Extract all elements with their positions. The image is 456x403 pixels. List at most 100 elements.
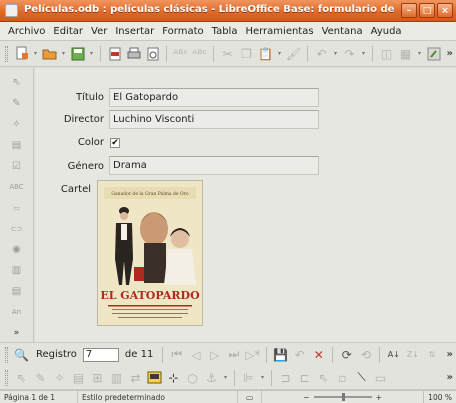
select-icon[interactable]: ⇖ [6, 74, 28, 92]
last-record-icon[interactable]: ⏭ [225, 346, 242, 363]
next-record-icon[interactable]: ▷ [206, 346, 223, 363]
new-doc-icon[interactable] [13, 45, 30, 62]
chevron-down-icon[interactable]: ▾ [32, 50, 39, 57]
group-icon[interactable]: ▫ [334, 369, 351, 386]
button-tool-icon[interactable]: ⊂⊃ [6, 220, 28, 238]
extra-tool-icon[interactable]: ▭ [372, 369, 389, 386]
first-record-icon[interactable]: ⏮ [168, 346, 185, 363]
previous-record-icon[interactable]: ◁ [187, 346, 204, 363]
open-folder-icon[interactable] [41, 45, 58, 62]
open-design-icon[interactable] [146, 369, 163, 386]
menu-editar[interactable]: Editar [49, 26, 87, 37]
align-icon[interactable]: ⊫ [240, 369, 257, 386]
print-icon[interactable] [125, 45, 142, 62]
menu-ventana[interactable]: Ventana [318, 26, 367, 37]
refresh-control-icon[interactable]: ⟲ [357, 346, 374, 363]
form-properties-icon[interactable]: ▤ [70, 369, 87, 386]
menu-ayuda[interactable]: Ayuda [367, 26, 406, 37]
navigator-icon[interactable]: ◫ [378, 45, 395, 62]
close-button[interactable]: × [437, 3, 453, 18]
more-tools-icon[interactable]: » [447, 349, 453, 360]
menu-herramientas[interactable]: Herramientas [241, 26, 317, 37]
more-tools-icon[interactable]: » [447, 48, 453, 59]
undo-record-icon[interactable]: ↶ [291, 346, 308, 363]
sort-descending-icon[interactable]: Z↓ [404, 346, 421, 363]
menu-ver[interactable]: Ver [87, 26, 111, 37]
checkbox-tool-icon[interactable]: ☑ [6, 157, 28, 175]
toolbar-grip[interactable] [5, 45, 8, 62]
delete-record-icon[interactable]: ✕ [310, 346, 327, 363]
clone-format-icon[interactable]: 🖌 [285, 45, 302, 62]
add-field-icon[interactable]: ▥ [108, 369, 125, 386]
textbox-tool-icon[interactable]: ▭ [6, 199, 28, 217]
autospell-icon[interactable]: ᴬᴮᶜ [191, 45, 208, 62]
control-wizards-icon[interactable]: ✧ [6, 116, 28, 134]
record-number-input[interactable]: 7 [82, 347, 119, 362]
tab-order-icon[interactable]: ⊞ [89, 369, 106, 386]
grid-icon[interactable]: ⊹ [165, 369, 182, 386]
menu-formato[interactable]: Formato [158, 26, 207, 37]
menu-insertar[interactable]: Insertar [111, 26, 158, 37]
zoom-level[interactable]: 100 % [424, 391, 456, 403]
chevron-down-icon[interactable]: ▾ [60, 50, 67, 57]
chevron-down-icon[interactable]: ▾ [332, 50, 339, 57]
text-tool-icon[interactable]: An [6, 303, 28, 321]
maximize-button[interactable]: □ [419, 3, 435, 18]
pointer-icon[interactable]: ⇖ [315, 369, 332, 386]
design-mode-icon[interactable]: ✎ [32, 369, 49, 386]
select-icon[interactable]: ⇖ [13, 369, 30, 386]
color-checkbox[interactable]: ✔ [110, 138, 120, 148]
spellcheck-icon[interactable]: ᴬᴮᶜ [172, 45, 189, 62]
chevron-down-icon[interactable]: ▾ [360, 50, 367, 57]
wizard-icon[interactable]: ✧ [51, 369, 68, 386]
ellipse-icon[interactable]: ○ [184, 369, 201, 386]
zoom-track[interactable] [313, 393, 372, 401]
table-icon[interactable]: ▦ [397, 45, 414, 62]
bring-front-icon[interactable]: ⊐ [277, 369, 294, 386]
new-record-icon[interactable]: ▷* [244, 346, 261, 363]
save-record-icon[interactable]: 💾 [272, 346, 289, 363]
genero-field[interactable]: Drama [109, 156, 319, 175]
chevron-down-icon[interactable]: ▾ [276, 50, 283, 57]
cut-icon[interactable]: ✂ [219, 45, 236, 62]
chevron-down-icon[interactable]: ▾ [259, 374, 266, 381]
sort-icon[interactable]: ⇅ [423, 346, 440, 363]
minimize-button[interactable]: – [401, 3, 417, 18]
refresh-icon[interactable]: ⟳ [338, 346, 355, 363]
design-mode-icon[interactable]: ✎ [6, 95, 28, 113]
paste-icon[interactable]: 📋 [257, 45, 274, 62]
find-record-icon[interactable]: 🔍 [13, 346, 30, 363]
titulo-field[interactable]: El Gatopardo [109, 88, 319, 107]
export-pdf-icon[interactable] [106, 45, 123, 62]
print-preview-icon[interactable] [144, 45, 161, 62]
more-controls-icon[interactable]: » [6, 324, 28, 342]
combobox-tool-icon[interactable]: ▤ [6, 282, 28, 300]
line-tool-icon[interactable]: ⟍ [353, 369, 370, 386]
form-design-icon[interactable] [425, 45, 442, 62]
menu-archivo[interactable]: Archivo [4, 26, 49, 37]
more-tools-icon[interactable]: » [447, 372, 453, 383]
zoom-slider[interactable]: − + [262, 391, 425, 403]
chevron-down-icon[interactable]: ▾ [88, 50, 95, 57]
chevron-down-icon[interactable]: ▾ [416, 50, 423, 57]
zoom-out-icon[interactable]: − [303, 393, 309, 402]
undo-icon[interactable]: ↶ [313, 45, 330, 62]
send-back-icon[interactable]: ⊏ [296, 369, 313, 386]
poster-image[interactable]: Ganador de la Gran Palma de Oro EL GATOP… [97, 180, 203, 326]
label-tool-icon[interactable]: ABC [6, 178, 28, 196]
anchor-icon[interactable]: ⚓ [203, 369, 220, 386]
zoom-in-icon[interactable]: + [376, 393, 382, 402]
activation-order-icon[interactable]: ⇄ [127, 369, 144, 386]
menu-tabla[interactable]: Tabla [208, 26, 242, 37]
sort-ascending-icon[interactable]: A↓ [385, 346, 402, 363]
director-field[interactable]: Luchino Visconti [109, 110, 319, 129]
toolbar-grip[interactable] [5, 346, 8, 363]
listbox-tool-icon[interactable]: ▥ [6, 262, 28, 280]
radio-tool-icon[interactable]: ◉ [6, 241, 28, 259]
copy-icon[interactable]: ❐ [238, 45, 255, 62]
redo-icon[interactable]: ↷ [341, 45, 358, 62]
chevron-down-icon[interactable]: ▾ [222, 374, 229, 381]
form-navigator-icon[interactable]: ▤ [6, 137, 28, 155]
toolbar-grip[interactable] [5, 369, 8, 386]
save-icon[interactable] [69, 45, 86, 62]
